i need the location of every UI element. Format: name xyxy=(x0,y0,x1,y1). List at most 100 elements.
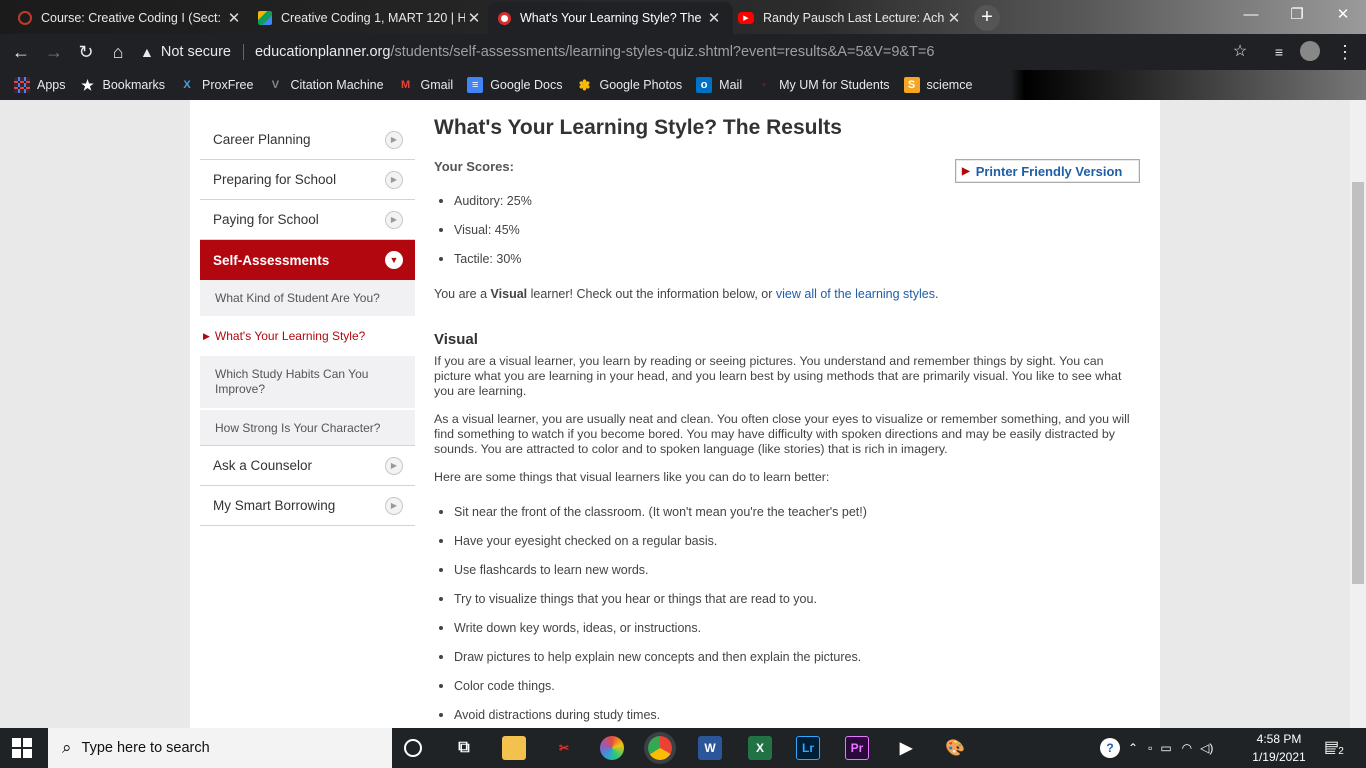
vertical-scrollbar[interactable] xyxy=(1350,100,1366,728)
premiere-icon[interactable]: Pr xyxy=(845,736,869,760)
printer-friendly-button[interactable]: ▶ Printer Friendly Version xyxy=(955,159,1140,183)
bookmark-label: Mail xyxy=(719,78,743,92)
menu-icon[interactable]: ⋮ xyxy=(1334,41,1356,63)
close-icon[interactable]: ✕ xyxy=(465,9,483,27)
notifications-icon[interactable]: ▤ 2 xyxy=(1324,737,1347,759)
browser-tab[interactable]: Course: Creative Coding I (Sect: 5 ✕ xyxy=(8,2,253,34)
help-icon[interactable]: ? xyxy=(1100,738,1120,758)
volume-icon[interactable]: ◁) xyxy=(1200,741,1213,755)
paragraph: Here are some things that visual learner… xyxy=(434,470,830,484)
sidebar-item-paying[interactable]: Paying for School ▶ xyxy=(200,200,415,240)
url-path: /students/self-assessments/learning-styl… xyxy=(390,44,935,60)
media-player-icon[interactable]: ▶ xyxy=(894,736,918,760)
bookmark-bookmarks[interactable]: ★ Bookmarks xyxy=(80,77,166,93)
bookmark-docs[interactable]: ≡ Google Docs xyxy=(467,77,562,93)
bookmark-label: Citation Machine xyxy=(290,78,384,92)
reload-icon[interactable]: ↻ xyxy=(75,41,97,63)
maximize-button[interactable]: ❐ xyxy=(1274,0,1320,30)
tab-title: Randy Pausch Last Lecture: Achie xyxy=(763,11,945,25)
forward-icon[interactable]: → xyxy=(43,41,65,63)
result-summary: You are a Visual learner! Check out the … xyxy=(434,287,938,301)
sidebar-item-label: Career Planning xyxy=(213,132,311,147)
bookmark-mail[interactable]: o Mail xyxy=(696,77,742,93)
media-icon[interactable]: ≡ xyxy=(1268,41,1290,63)
browser-tab[interactable]: Creative Coding 1, MART 120 | Hi ✕ xyxy=(248,2,493,34)
close-icon[interactable]: ✕ xyxy=(705,9,723,27)
view-all-styles-link[interactable]: view all of the learning styles xyxy=(776,287,935,301)
paint-icon[interactable]: ✂ xyxy=(552,736,576,760)
home-icon[interactable]: ⌂ xyxy=(107,41,129,63)
sidebar-item-label: Self-Assessments xyxy=(213,252,330,268)
word-icon[interactable]: W xyxy=(698,736,722,760)
sidebar-nav: Career Planning ▶ Preparing for School ▶ P… xyxy=(200,120,415,526)
bookmark-gmail[interactable]: M Gmail xyxy=(398,77,453,93)
sidebar-item-preparing[interactable]: Preparing for School ▶ xyxy=(200,160,415,200)
sidebar-subitem-character[interactable]: How Strong Is Your Character? xyxy=(200,410,415,446)
bookmark-label: Google Photos xyxy=(599,78,683,92)
chrome-icon[interactable] xyxy=(648,736,672,760)
sidebar-item-borrowing[interactable]: My Smart Borrowing ▶ xyxy=(200,486,415,526)
proxfree-icon: X xyxy=(183,79,191,91)
bookmark-um[interactable]: ▪ My UM for Students xyxy=(756,77,889,93)
sidebar-subitem-study-habits[interactable]: Which Study Habits Can You Improve? xyxy=(200,356,415,410)
chevron-up-icon[interactable]: ⌃ xyxy=(1128,741,1138,755)
color-app-icon[interactable] xyxy=(600,736,624,760)
sidebar-subitem-label: How Strong Is Your Character? xyxy=(215,420,381,435)
device-icon[interactable]: ▫ xyxy=(1148,741,1152,755)
task-view-icon[interactable]: ⧉ xyxy=(452,736,476,760)
apps-grid-icon xyxy=(14,77,30,93)
outlook-icon: o xyxy=(696,77,713,93)
new-tab-button[interactable]: + xyxy=(974,5,1000,31)
file-explorer-icon[interactable] xyxy=(502,736,526,760)
result-text: You are a xyxy=(434,287,491,301)
windows-start-icon[interactable] xyxy=(12,738,32,758)
sidebar-subitem-label: Which Study Habits Can You Improve? xyxy=(215,367,369,396)
close-icon[interactable]: ✕ xyxy=(225,9,243,27)
excel-icon[interactable]: X xyxy=(748,736,772,760)
sidebar-item-self-assessments[interactable]: Self-Assessments ▼ xyxy=(200,240,415,280)
bookmark-proxfree[interactable]: X ProxFree xyxy=(179,77,253,93)
bookmark-label: Bookmarks xyxy=(102,78,166,92)
windows-taskbar: ⌕ Type here to search ⧉ ✂ W X Lr Pr ▶ 🎨 … xyxy=(0,728,1366,768)
back-icon[interactable]: ← xyxy=(10,41,32,63)
browser-tab[interactable]: ▶ Randy Pausch Last Lecture: Achie ✕ xyxy=(728,2,973,34)
sidebar-item-label: Paying for School xyxy=(213,212,319,227)
printer-friendly-label: Printer Friendly Version xyxy=(975,163,1123,179)
close-window-button[interactable]: ✕ xyxy=(1320,0,1366,30)
bookmark-science[interactable]: Ssciemce xyxy=(903,77,972,93)
bookmark-citation[interactable]: V Citation Machine xyxy=(267,77,384,93)
tip-item: Try to visualize things that you hear or… xyxy=(439,590,867,619)
clock[interactable]: 4:58 PM 1/19/2021 xyxy=(1248,730,1310,766)
chevron-right-icon: ▶ xyxy=(385,456,403,475)
page-title: What's Your Learning Style? The Results xyxy=(434,116,842,139)
battery-icon[interactable]: ▭ xyxy=(1160,741,1171,755)
sidebar-item-career-planning[interactable]: Career Planning ▶ xyxy=(200,120,415,160)
sidebar-subitem-student-type[interactable]: What Kind of Student Are You? xyxy=(200,280,415,318)
scrollbar-thumb[interactable] xyxy=(1352,182,1364,584)
paragraph: As a visual learner, you are usually nea… xyxy=(434,412,1130,456)
lightroom-icon[interactable]: Lr xyxy=(796,736,820,760)
avatar[interactable] xyxy=(1300,41,1322,63)
star-icon[interactable]: ☆ xyxy=(1229,41,1251,63)
tips-list: Sit near the front of the classroom. (It… xyxy=(439,503,867,728)
bookmark-photos[interactable]: ✽ Google Photos xyxy=(576,77,683,93)
result-text: . xyxy=(935,287,939,301)
minimize-button[interactable]: — xyxy=(1228,0,1274,30)
browser-tab-active[interactable]: What's Your Learning Style? The ✕ xyxy=(488,2,733,34)
paint-palette-icon[interactable]: 🎨 xyxy=(943,736,967,760)
scores-label: Your Scores: xyxy=(434,159,514,174)
tip-item: Draw pictures to help explain new concep… xyxy=(439,648,867,677)
system-tray: ? ⌃ ▫ ▭ ◠ ◁) xyxy=(1100,728,1213,768)
cortana-icon[interactable] xyxy=(404,739,422,757)
sidebar-subitem-learning-style[interactable]: ▶ What's Your Learning Style? xyxy=(200,318,415,356)
um-icon: ▪ xyxy=(762,79,767,91)
sidebar-item-counselor[interactable]: Ask a Counselor ▶ xyxy=(200,446,415,486)
taskbar-search[interactable]: ⌕ Type here to search xyxy=(48,728,392,768)
address-bar[interactable]: ▲ Not secure educationplanner.org/studen… xyxy=(140,38,1265,66)
chevron-right-icon: ▶ xyxy=(385,496,403,515)
wifi-icon[interactable]: ◠ xyxy=(1182,741,1192,755)
bookmark-apps[interactable]: Apps xyxy=(14,77,66,93)
close-icon[interactable]: ✕ xyxy=(945,9,963,27)
bookmark-label: Apps xyxy=(37,78,66,92)
sidebar-subitem-label: What Kind of Student Are You? xyxy=(215,291,380,305)
